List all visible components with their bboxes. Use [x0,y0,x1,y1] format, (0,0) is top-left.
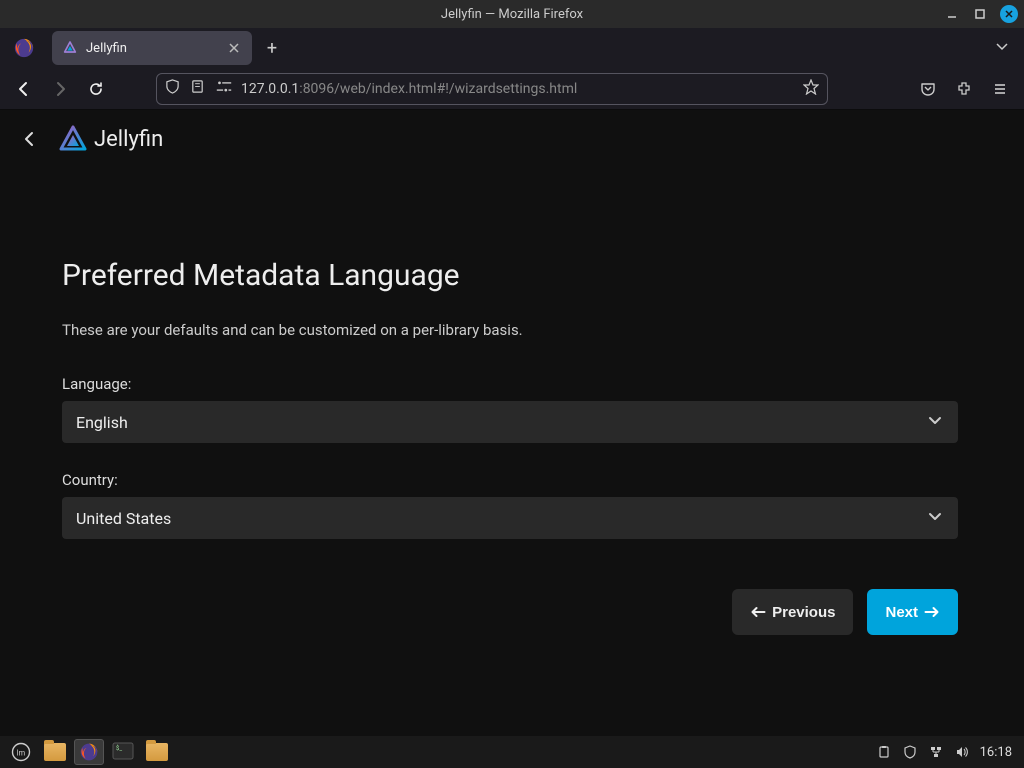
language-label: Language: [62,375,962,393]
extensions-button[interactable] [948,73,980,105]
window-minimize-button[interactable] [944,6,960,22]
url-text: 127.0.0.1:8096/web/index.html#!/wizardse… [241,81,795,97]
network-icon[interactable] [928,744,944,760]
shield-icon[interactable] [165,79,180,98]
taskbar-clock[interactable]: 16:18 [980,745,1012,760]
jellyfin-back-button[interactable] [18,127,42,151]
tab-close-button[interactable] [226,40,242,56]
clipboard-icon[interactable] [876,744,892,760]
tab-title: Jellyfin [86,41,218,56]
browser-nav-toolbar: 127.0.0.1:8096/web/index.html#!/wizardse… [0,68,1024,110]
next-button[interactable]: Next [867,589,958,635]
reload-button[interactable] [80,73,112,105]
arrow-right-icon [924,604,940,620]
next-label: Next [885,604,918,621]
chevron-down-icon [926,411,944,433]
chevron-down-icon [926,507,944,529]
url-bar[interactable]: 127.0.0.1:8096/web/index.html#!/wizardse… [156,73,828,105]
security-icon[interactable] [902,744,918,760]
arrow-left-icon [750,604,766,620]
page-title: Preferred Metadata Language [62,258,962,293]
country-value: United States [76,509,926,528]
language-value: English [76,413,926,432]
back-button[interactable] [8,73,40,105]
wizard-content: Preferred Metadata Language These are yo… [0,168,1024,635]
browser-tab-strip: Jellyfin + [0,28,1024,68]
svg-text:lm: lm [17,749,26,758]
jellyfin-logo-icon [58,124,88,154]
language-select[interactable]: English [62,401,958,443]
firefox-icon [10,34,38,62]
country-select[interactable]: United States [62,497,958,539]
window-maximize-button[interactable] [972,6,988,22]
window-title: Jellyfin — Mozilla Firefox [441,7,583,22]
jellyfin-header: Jellyfin [0,110,1024,168]
window-titlebar: Jellyfin — Mozilla Firefox [0,0,1024,28]
jellyfin-brand-text: Jellyfin [94,127,163,152]
previous-label: Previous [772,604,835,621]
taskbar-folder-button[interactable] [142,739,172,765]
start-menu-button[interactable]: lm [6,739,36,765]
volume-icon[interactable] [954,744,970,760]
country-label: Country: [62,471,962,489]
tabs-dropdown-button[interactable] [994,38,1010,58]
jellyfin-logo: Jellyfin [58,124,163,154]
jellyfin-favicon [62,40,78,56]
permissions-icon[interactable] [215,79,233,98]
forward-button[interactable] [44,73,76,105]
bookmark-star-icon[interactable] [803,79,819,99]
window-close-button[interactable] [1000,5,1018,23]
page-subtitle: These are your defaults and can be custo… [62,321,962,339]
browser-tab[interactable]: Jellyfin [52,31,252,65]
svg-text:$_: $_ [116,745,122,752]
taskbar-files-button[interactable] [40,739,70,765]
new-tab-button[interactable]: + [258,34,286,62]
page-info-icon[interactable] [190,79,205,98]
taskbar-firefox-button[interactable] [74,739,104,765]
previous-button[interactable]: Previous [732,589,853,635]
desktop-taskbar: lm $_ 16:18 [0,736,1024,768]
taskbar-terminal-button[interactable]: $_ [108,739,138,765]
app-menu-button[interactable] [984,73,1016,105]
pocket-button[interactable] [912,73,944,105]
